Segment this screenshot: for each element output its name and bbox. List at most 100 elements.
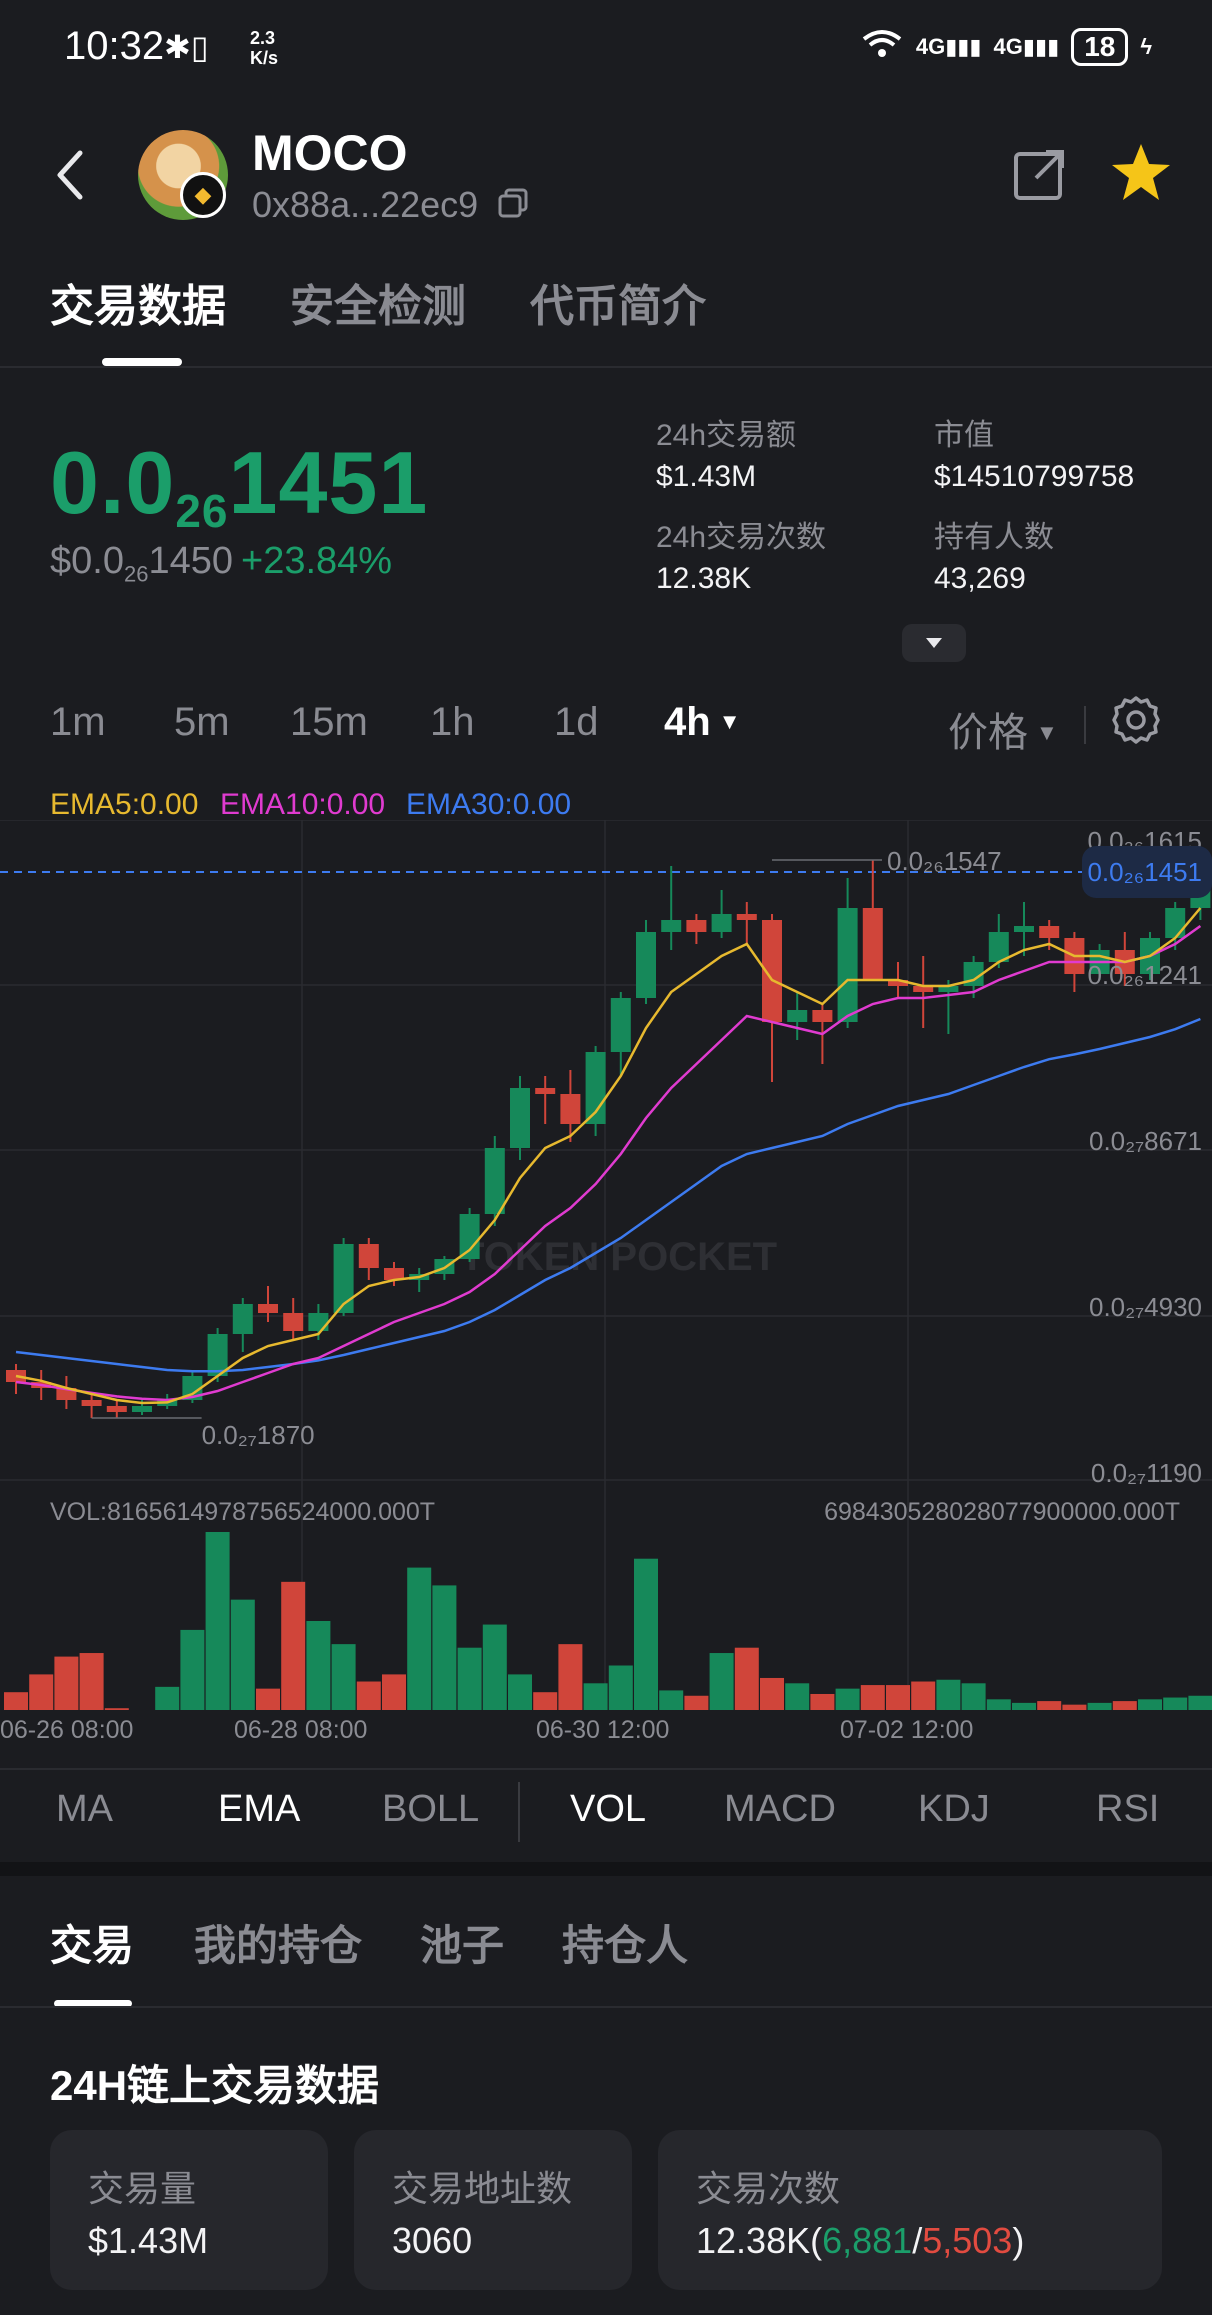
- candles: [6, 860, 1211, 1418]
- candle-body: [1039, 926, 1060, 938]
- volume-bar: [1112, 1701, 1137, 1710]
- candle-body: [459, 1214, 480, 1259]
- indicator-vol[interactable]: VOL: [570, 1788, 646, 1831]
- stat-holders-value: 43,269: [934, 562, 1026, 595]
- candle-body: [686, 920, 707, 932]
- volume-bar: [760, 1677, 784, 1710]
- candle-body: [560, 1094, 581, 1124]
- ema-lines: [15, 907, 1202, 1405]
- status-bar: 10:32 ✱▯ 2.3 K/s 4G▮▮▮ 4G▮▮▮ 18 ϟ: [0, 0, 1212, 100]
- indicator-kdj[interactable]: KDJ: [918, 1788, 990, 1831]
- candle-body: [308, 1313, 329, 1331]
- candle-body: [636, 932, 656, 998]
- gear-icon[interactable]: [1110, 694, 1162, 746]
- volume-bar: [734, 1647, 759, 1710]
- volume-bar: [911, 1681, 936, 1710]
- candle-body: [1165, 908, 1186, 938]
- current-price-label: 0.0₂₆1451: [1087, 857, 1202, 887]
- volume-bar: [256, 1688, 280, 1710]
- tf-5m[interactable]: 5m: [174, 700, 230, 745]
- indicator-boll[interactable]: BOLL: [382, 1788, 479, 1831]
- tab-holders[interactable]: 持仓人: [562, 1912, 688, 1973]
- volume-bar: [1087, 1702, 1112, 1710]
- back-button[interactable]: [50, 145, 90, 205]
- caret-down-icon: ▼: [1036, 720, 1058, 745]
- tf-4h[interactable]: 4h ▼: [664, 700, 740, 745]
- volume-bar: [785, 1683, 810, 1710]
- volume-bar: [709, 1653, 734, 1710]
- tab-security[interactable]: 安全检测: [290, 270, 466, 334]
- x-axis-label: 06-26 08:00: [0, 1716, 133, 1740]
- y-axis-label: 0.0₂₇4930: [1089, 1292, 1202, 1322]
- x-axis-label: 06-30 12:00: [536, 1716, 669, 1740]
- candle-body: [1014, 926, 1034, 932]
- candle-body: [610, 998, 631, 1052]
- volume-bar: [306, 1621, 331, 1710]
- indicator-ema[interactable]: EMA: [218, 1788, 300, 1831]
- bnb-chain-icon: ◆: [180, 172, 226, 218]
- card-addresses: 交易地址数 3060: [354, 2130, 632, 2290]
- tf-1h[interactable]: 1h: [430, 700, 475, 745]
- candle-body: [510, 1088, 530, 1148]
- expand-stats-button[interactable]: [902, 624, 966, 662]
- tf-15m[interactable]: 15m: [290, 700, 368, 745]
- volume-bar: [407, 1567, 432, 1710]
- copy-icon[interactable]: [496, 186, 530, 220]
- signal-4g-icon: 4G▮▮▮: [915, 34, 982, 59]
- volume-bar: [4, 1692, 28, 1710]
- volume-bar: [1062, 1704, 1087, 1710]
- tab-pools[interactable]: 池子: [420, 1912, 504, 1973]
- stat-tx-label: 24h交易次数: [656, 521, 827, 554]
- tab-trade-data[interactable]: 交易数据: [50, 270, 226, 334]
- charging-icon: ϟ: [1140, 34, 1152, 59]
- sell-count: 5,503: [922, 2220, 1013, 2261]
- wifi-icon: [860, 29, 904, 65]
- top-tabs: 交易数据 安全检测 代币简介: [0, 260, 1212, 368]
- indicator-macd[interactable]: MACD: [724, 1788, 836, 1831]
- tab-trade[interactable]: 交易: [50, 1912, 134, 1973]
- ema5-line: [15, 907, 1202, 1405]
- buy-count: 6,881: [822, 2220, 913, 2261]
- candle-body: [258, 1304, 278, 1313]
- y-axis-label: 0.0₂₇1190: [1091, 1458, 1202, 1488]
- token-name: MOCO: [252, 125, 408, 181]
- candle-body: [736, 914, 757, 920]
- volume-bar: [356, 1681, 381, 1710]
- volume-bar: [29, 1674, 54, 1710]
- tf-1d[interactable]: 1d: [554, 700, 599, 745]
- stat-volume-label: 24h交易额: [656, 419, 797, 452]
- chart-separator: [0, 1768, 1212, 1770]
- indicator-ma[interactable]: MA: [56, 1788, 113, 1831]
- usd-price: $0.0261450 +23.84%: [50, 540, 393, 587]
- card-tx-count: 交易次数 12.38K(6,881/5,503): [658, 2130, 1162, 2290]
- volume-bar: [382, 1674, 406, 1710]
- volume-bar: [432, 1585, 457, 1710]
- price-change: +23.84%: [241, 540, 393, 582]
- volume-bar: [1163, 1697, 1188, 1710]
- candlestick-chart[interactable]: TOKEN POCKET 0.0₂₆16150.0₂₆12410.0₂₇8671…: [0, 820, 1212, 1740]
- volume-bar: [1037, 1701, 1062, 1710]
- indicator-separator: [518, 1782, 520, 1842]
- volume-bar: [936, 1679, 961, 1710]
- indicator-rsi[interactable]: RSI: [1096, 1788, 1159, 1831]
- share-icon[interactable]: [1012, 146, 1068, 202]
- x-axis-label: 06-28 08:00: [234, 1716, 367, 1740]
- candle-body: [81, 1400, 102, 1406]
- stat-holders-label: 持有人数: [934, 521, 1054, 554]
- candle-body: [106, 1406, 127, 1412]
- volume-bar: [155, 1686, 180, 1710]
- vol-left-label: VOL:8165614978756524000.000T: [50, 1498, 435, 1526]
- tab-token-intro[interactable]: 代币简介: [530, 270, 706, 334]
- high-label: 0.0₂₆1547: [887, 846, 1002, 876]
- volume-bar: [533, 1692, 558, 1710]
- stat-tx-value: 12.38K: [656, 562, 752, 595]
- volume-bar: [986, 1699, 1011, 1710]
- favorite-star-icon[interactable]: [1108, 140, 1174, 206]
- ema30-legend: EMA30:0.00: [406, 788, 572, 821]
- volume-bar: [104, 1708, 129, 1710]
- volume-bar: [281, 1581, 306, 1710]
- tab-my-holdings[interactable]: 我的持仓: [194, 1912, 362, 1973]
- candle-body: [812, 1010, 833, 1022]
- tf-1m[interactable]: 1m: [50, 700, 106, 745]
- price-selector[interactable]: 价格 ▼: [948, 700, 1058, 758]
